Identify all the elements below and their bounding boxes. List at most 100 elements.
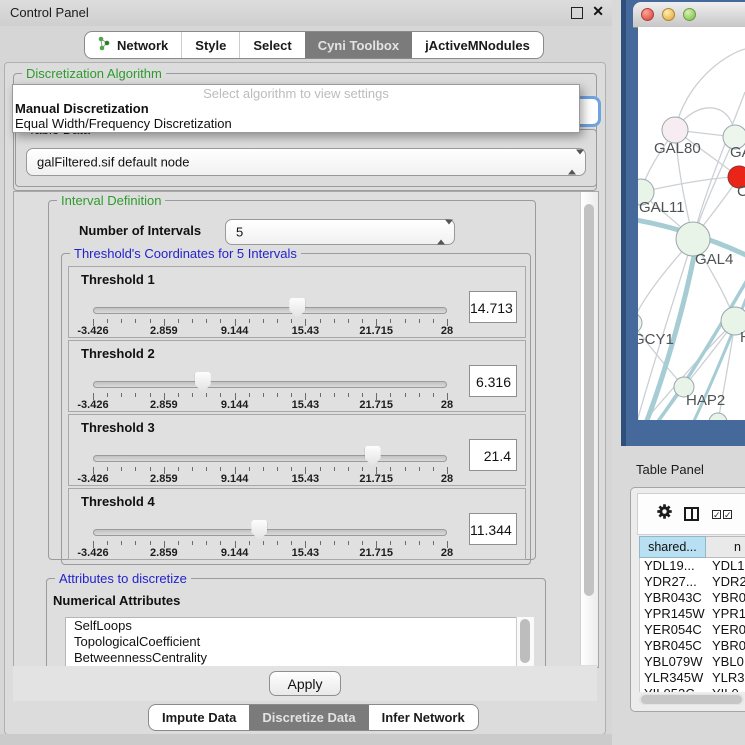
bottom-strip <box>0 734 612 745</box>
cell-shared-name: YDR27... <box>640 574 710 590</box>
axis-tick <box>121 393 122 397</box>
table-data-group: Table Data galFiltered.sif default node <box>15 129 597 187</box>
tab-infer-network[interactable]: Infer Network <box>369 705 478 730</box>
checkbox-icon[interactable]: ✓ <box>723 510 732 519</box>
axis-tick <box>135 541 136 545</box>
tab-network[interactable]: Network <box>85 32 181 58</box>
axis-tick-label: 15.43 <box>275 473 335 485</box>
attribute-list-item[interactable]: BetweennessCentrality <box>66 650 516 666</box>
tab-discretize-data[interactable]: Discretize Data <box>249 705 368 730</box>
dropdown-option-manual-discretization[interactable]: Manual Discretization <box>13 101 579 116</box>
network-view-window[interactable]: GAL80GACGAL11GAL4GCY1HHAP2 <box>621 0 745 446</box>
scrollbar-thumb[interactable] <box>641 695 742 704</box>
slider-thumb[interactable] <box>195 372 211 393</box>
axis-tick <box>419 467 420 471</box>
axis-tick <box>220 393 221 397</box>
slider-track[interactable] <box>93 307 447 314</box>
axis-tick-label: 9.144 <box>205 399 265 411</box>
table-row[interactable]: YLR345WYLR3 <box>640 670 745 686</box>
discretization-algorithm-title: Discretization Algorithm <box>22 66 166 81</box>
axis-tick <box>334 541 335 545</box>
network-edge <box>641 177 739 192</box>
zoom-traffic-light-icon[interactable] <box>683 8 696 21</box>
axis-tick-label: -3.426 <box>63 473 123 485</box>
slider-thumb[interactable] <box>289 298 305 319</box>
tab-network-label: Network <box>117 38 168 53</box>
tab-select[interactable]: Select <box>239 32 304 58</box>
slider-track[interactable] <box>93 381 447 388</box>
tab-select-label: Select <box>253 38 291 53</box>
threshold-panel: Threshold 2-3.4262.8599.14415.4321.71528… <box>68 340 526 412</box>
attribute-list-item[interactable]: TopologicalCoefficient <box>66 634 516 650</box>
table-row[interactable]: YBR045CYBR0 <box>640 638 745 654</box>
axis-tick-label: 21.715 <box>346 547 406 559</box>
axis-tick-label: 2.859 <box>134 547 194 559</box>
column-header-name[interactable]: n <box>706 536 745 558</box>
table-row[interactable]: YBL079WYBL0 <box>640 654 745 670</box>
numerical-attributes-label: Numerical Attributes <box>53 593 180 608</box>
slider-track[interactable] <box>93 455 447 462</box>
split-columns-icon[interactable] <box>684 507 699 521</box>
axis-tick <box>390 541 391 545</box>
threshold-value-field[interactable]: 21.4 <box>469 439 517 471</box>
column-header-shared-name[interactable]: shared... <box>639 536 706 558</box>
network-window-titlebar[interactable] <box>633 2 745 28</box>
numerical-attributes-list[interactable]: SelfLoopsTopologicalCoefficientBetweenne… <box>65 617 517 668</box>
axis-tick <box>107 541 108 545</box>
tab-impute-data[interactable]: Impute Data <box>149 705 249 730</box>
axis-tick-label: 21.715 <box>346 399 406 411</box>
close-icon[interactable]: ✕ <box>592 3 604 20</box>
axis-tick <box>121 319 122 323</box>
slider-thumb[interactable] <box>365 446 381 467</box>
network-node[interactable] <box>638 313 642 333</box>
table-row[interactable]: YBR043CYBR0 <box>640 590 745 606</box>
axis-tick <box>390 393 391 397</box>
threshold-value-field[interactable]: 14.713 <box>469 291 517 323</box>
checkbox-icon[interactable]: ✓ <box>712 510 721 519</box>
attribute-list-item[interactable]: SelfLoops <box>66 618 516 634</box>
axis-tick <box>320 393 321 397</box>
cell-shared-name: YIL052C <box>640 686 710 692</box>
cell-shared-name: YPR145W <box>640 606 710 622</box>
cyni-panel: Discretization Algorithm Table Data galF… <box>4 62 606 735</box>
axis-tick <box>135 393 136 397</box>
minimize-traffic-light-icon[interactable] <box>662 8 675 21</box>
network-canvas[interactable]: GAL80GACGAL11GAL4GCY1HHAP2 <box>638 27 745 420</box>
table-row[interactable]: YDR27...YDR2 <box>640 574 745 590</box>
slider-thumb[interactable] <box>251 520 267 541</box>
table-horizontal-scrollbar[interactable] <box>639 694 744 705</box>
settings-vertical-scrollbar[interactable] <box>580 192 598 665</box>
table-row[interactable]: YIL052CYIL0 <box>640 686 745 692</box>
settings-scroll-panel: Interval Definition Number of Intervals … <box>13 191 599 668</box>
tab-jactivemnodules[interactable]: jActiveMNodules <box>412 32 543 58</box>
table-data-combobox[interactable]: galFiltered.sif default node <box>26 148 586 176</box>
number-of-intervals-combobox[interactable]: 5 <box>225 219 455 245</box>
dropdown-placeholder-option[interactable]: Select algorithm to view settings <box>13 85 579 101</box>
close-traffic-light-icon[interactable] <box>641 8 654 21</box>
axis-tick <box>334 393 335 397</box>
attributes-list-scrollbar[interactable] <box>516 617 534 668</box>
attributes-group: Attributes to discretize Numerical Attri… <box>46 578 546 668</box>
axis-tick <box>220 541 221 545</box>
axis-tick <box>178 319 179 323</box>
tab-style[interactable]: Style <box>181 32 239 58</box>
slider-track[interactable] <box>93 529 447 536</box>
network-node[interactable] <box>709 413 727 420</box>
gear-icon[interactable] <box>656 503 673 525</box>
scrollbar-thumb[interactable] <box>584 204 594 596</box>
attributes-group-title: Attributes to discretize <box>55 571 191 586</box>
apply-button[interactable]: Apply <box>269 671 341 696</box>
table-row[interactable]: YPR145WYPR1 <box>640 606 745 622</box>
dropdown-option-equal-width[interactable]: Equal Width/Frequency Discretization <box>13 116 579 131</box>
table-row[interactable]: YER054CYER0 <box>640 622 745 638</box>
table-row[interactable]: YDL19...YDL1 <box>640 558 745 574</box>
threshold-value-field[interactable]: 6.316 <box>469 365 517 397</box>
axis-tick <box>150 541 151 545</box>
axis-tick <box>178 393 179 397</box>
axis-tick-label: 21.715 <box>346 325 406 337</box>
tab-cyni-toolbox[interactable]: Cyni Toolbox <box>305 32 412 58</box>
scrollbar-thumb[interactable] <box>520 619 530 663</box>
axis-tick <box>291 393 292 397</box>
float-window-icon[interactable] <box>571 7 583 19</box>
threshold-value-field[interactable]: 11.344 <box>469 513 517 545</box>
